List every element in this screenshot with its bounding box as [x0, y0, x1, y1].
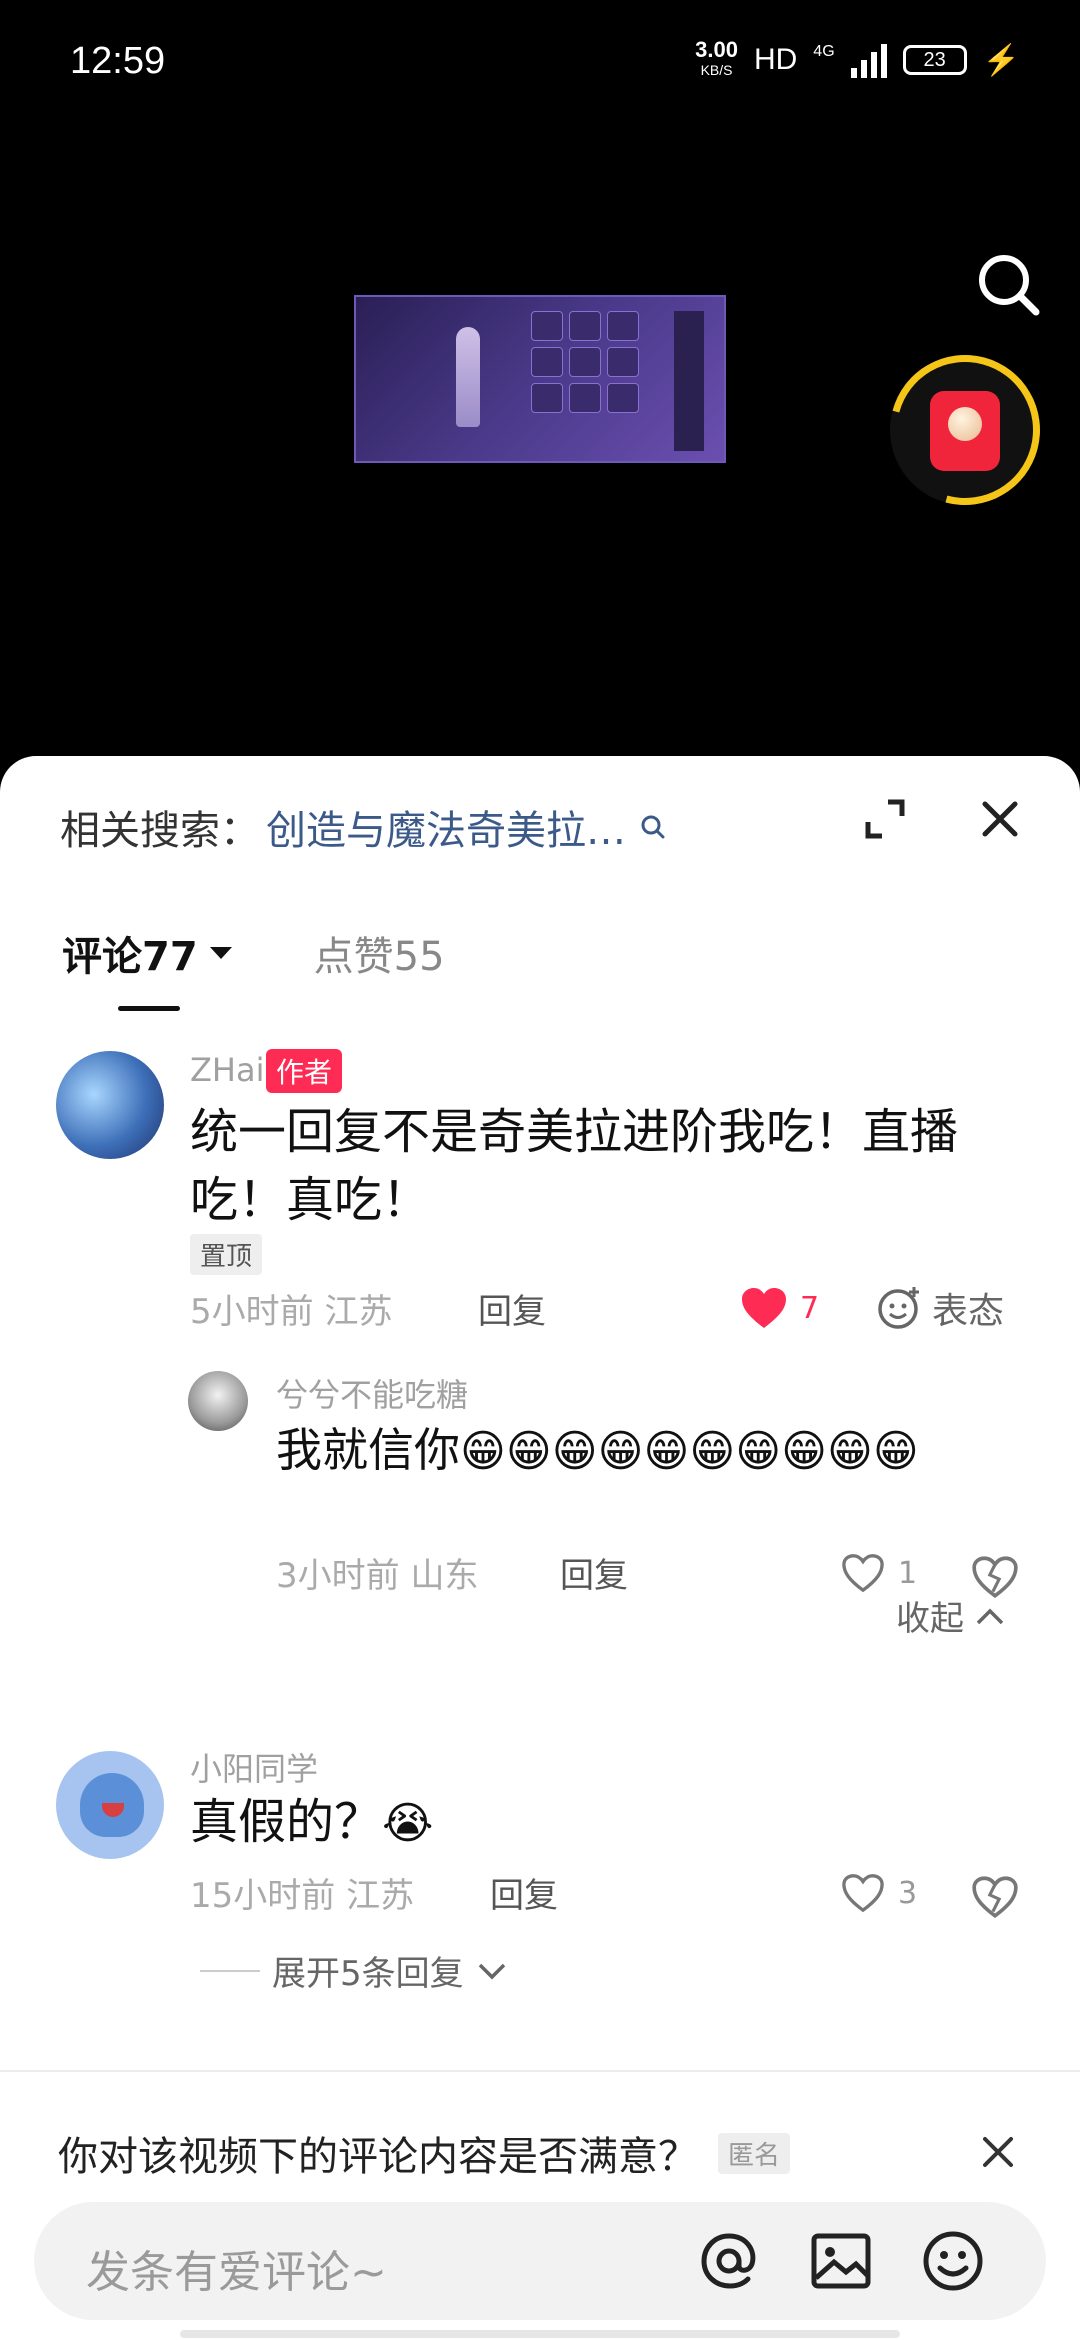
- video-player[interactable]: [0, 130, 1080, 770]
- mention-icon[interactable]: [694, 2226, 764, 2296]
- close-icon[interactable]: [980, 2134, 1016, 2170]
- grin-emoji: 😁😁😁😁😁😁😁😁😁😁: [460, 1426, 919, 1477]
- search-icon[interactable]: [974, 250, 1044, 320]
- heart-outline-icon: [842, 1874, 884, 1913]
- pinned-badge: 置顶: [190, 1234, 263, 1275]
- heart-outline-icon: [842, 1554, 884, 1593]
- shop-grid: [531, 311, 639, 413]
- emoji-icon[interactable]: [918, 2226, 988, 2296]
- like-button[interactable]: 3: [840, 1872, 917, 1914]
- dislike-icon[interactable]: [970, 1874, 1020, 1920]
- signal-icon: [850, 42, 887, 78]
- hd-indicator: HD: [753, 43, 798, 76]
- survey-question: 你对该视频下的评论内容是否满意？: [58, 2134, 698, 2180]
- comment-username[interactable]: ZHai: [190, 1051, 264, 1089]
- reply-username[interactable]: 兮兮不能吃糖: [276, 1370, 468, 1416]
- chevron-down-icon: [209, 947, 232, 959]
- anonymous-badge: 匿名: [718, 2132, 791, 2174]
- comment-placeholder: 发条有爱评论~: [86, 2247, 387, 2298]
- comment-tabs: 评论77 点赞55: [62, 924, 445, 982]
- related-query[interactable]: 创造与魔法奇美拉…: [266, 798, 626, 856]
- tab-likes[interactable]: 点赞55: [314, 924, 445, 982]
- collapse-replies[interactable]: 收起: [896, 1591, 1006, 1640]
- reply-button[interactable]: 回复: [478, 1284, 546, 1333]
- net-speed: 3.00 KB/S: [695, 37, 738, 79]
- comment-text: 统一回复不是奇美拉进阶我吃！直播吃！真吃！: [190, 1104, 959, 1228]
- heart-filled-icon: [742, 1288, 786, 1328]
- chevron-down-icon: [478, 1963, 505, 1979]
- status-bar: 12:59 3.00 KB/S HD 4G 23 ⚡: [0, 0, 1080, 130]
- expand-replies[interactable]: 展开5条回复: [200, 1946, 508, 1995]
- emoji-add-icon: [878, 1287, 919, 1329]
- image-icon[interactable]: [806, 2226, 876, 2296]
- charging-icon: ⚡: [982, 43, 1020, 77]
- reply-meta: 3小时前 山东: [276, 1556, 479, 1596]
- game-character: [456, 327, 480, 427]
- tab-underline: [118, 1006, 180, 1011]
- chevron-up-icon: [976, 1608, 1004, 1624]
- tab-comments[interactable]: 评论77: [62, 924, 234, 982]
- comment-text: 真假的？😭: [190, 1794, 434, 1850]
- battery-icon: 23: [902, 45, 967, 75]
- reply-avatar[interactable]: [188, 1371, 248, 1431]
- reply-text: 我就信你😁😁😁😁😁😁😁😁😁😁: [276, 1423, 919, 1477]
- comment-sheet: 相关搜索： 创造与魔法奇美拉… 评论77 点赞55 ZHai 作者 统一回复不是…: [0, 756, 1080, 2340]
- video-frame: [354, 295, 726, 463]
- reply-button[interactable]: 回复: [490, 1868, 558, 1917]
- home-indicator: [180, 2330, 900, 2338]
- close-icon[interactable]: [975, 794, 1025, 844]
- clock: 12:59: [70, 40, 166, 82]
- shop-sidebar: [674, 311, 704, 451]
- coin-icon: [948, 407, 982, 441]
- expand-icon[interactable]: [860, 794, 910, 844]
- like-button[interactable]: 1: [840, 1552, 917, 1594]
- red-packet-button[interactable]: [862, 327, 1068, 533]
- divider: [0, 2070, 1080, 2072]
- avatar[interactable]: [56, 1751, 164, 1859]
- search-small-icon: [641, 815, 665, 839]
- comment-meta: 5小时前 江苏: [190, 1292, 393, 1332]
- express-button[interactable]: 表态: [876, 1282, 1004, 1334]
- comment-input[interactable]: 发条有爱评论~: [34, 2202, 1046, 2320]
- comment-meta: 15小时前 江苏: [190, 1876, 415, 1916]
- network-type: 4G: [813, 43, 835, 60]
- satisfaction-survey: 你对该视频下的评论内容是否满意？ 匿名: [58, 2124, 791, 2182]
- avatar[interactable]: [56, 1051, 164, 1159]
- crying-emoji: 😭: [382, 1798, 434, 1849]
- status-icons: 3.00 KB/S HD 4G 23 ⚡: [695, 37, 1020, 80]
- author-badge: 作者: [266, 1049, 343, 1093]
- related-search[interactable]: 相关搜索： 创造与魔法奇美拉…: [60, 798, 666, 856]
- reply-button[interactable]: 回复: [560, 1548, 628, 1597]
- like-button[interactable]: 7: [740, 1286, 819, 1330]
- comment-username[interactable]: 小阳同学: [190, 1744, 318, 1790]
